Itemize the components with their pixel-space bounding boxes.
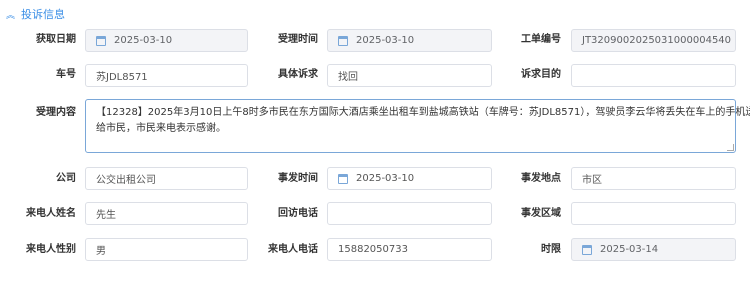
caller-gender-field[interactable]: 男 (85, 238, 248, 261)
calendar-icon (338, 173, 348, 184)
incident-time-label: 事发时间 (278, 173, 318, 184)
section-header[interactable]: ︽ 投诉信息 (6, 6, 65, 22)
accept-time-label: 受理时间 (278, 34, 318, 45)
calendar-icon (96, 35, 106, 46)
accept-content-textarea[interactable]: 【12328】2025年3月10日上午8时多市民在东方国际大酒店乘坐出租车到盐城… (85, 99, 750, 153)
caller-gender-label: 来电人性别 (26, 244, 76, 255)
calendar-icon (582, 244, 592, 255)
company-field[interactable]: 公交出租公司 (85, 167, 248, 190)
company-label: 公司 (56, 173, 76, 184)
accept-time-field[interactable]: 2025-03-10 (327, 29, 492, 52)
work-order-no-label: 工单编号 (521, 34, 561, 45)
caller-phone-label: 来电人电话 (268, 244, 318, 255)
incident-area-field[interactable] (571, 202, 736, 225)
car-no-label: 车号 (56, 69, 76, 80)
accept-content-label: 受理内容 (36, 107, 76, 118)
resize-handle-icon[interactable] (727, 144, 734, 151)
car-no-field[interactable]: 苏JDL8571 (85, 64, 248, 87)
collapse-chevron-icon[interactable]: ︽ (6, 8, 15, 21)
callback-phone-field[interactable] (327, 202, 492, 225)
time-limit-label: 时限 (541, 244, 561, 255)
calendar-icon (338, 35, 348, 46)
incident-place-label: 事发地点 (521, 173, 561, 184)
caller-phone-field[interactable]: 15882050733 (327, 238, 492, 261)
time-limit-field[interactable]: 2025-03-14 (571, 238, 736, 261)
incident-place-field[interactable]: 市区 (571, 167, 736, 190)
appeal-purpose-label: 诉求目的 (521, 69, 561, 80)
caller-name-field[interactable]: 先生 (85, 202, 248, 225)
caller-name-label: 来电人姓名 (26, 208, 76, 219)
fetch-date-label: 获取日期 (36, 34, 76, 45)
work-order-no-field[interactable]: JT3209002025031000004540 (571, 29, 736, 52)
appeal-purpose-field[interactable] (571, 64, 736, 87)
incident-time-field[interactable]: 2025-03-10 (327, 167, 492, 190)
fetch-date-field[interactable]: 2025-03-10 (85, 29, 248, 52)
incident-area-label: 事发区域 (521, 208, 561, 219)
specific-appeal-field[interactable]: 找回 (327, 64, 492, 87)
specific-appeal-label: 具体诉求 (278, 69, 318, 80)
callback-phone-label: 回访电话 (278, 208, 318, 219)
section-title: 投诉信息 (21, 8, 66, 21)
